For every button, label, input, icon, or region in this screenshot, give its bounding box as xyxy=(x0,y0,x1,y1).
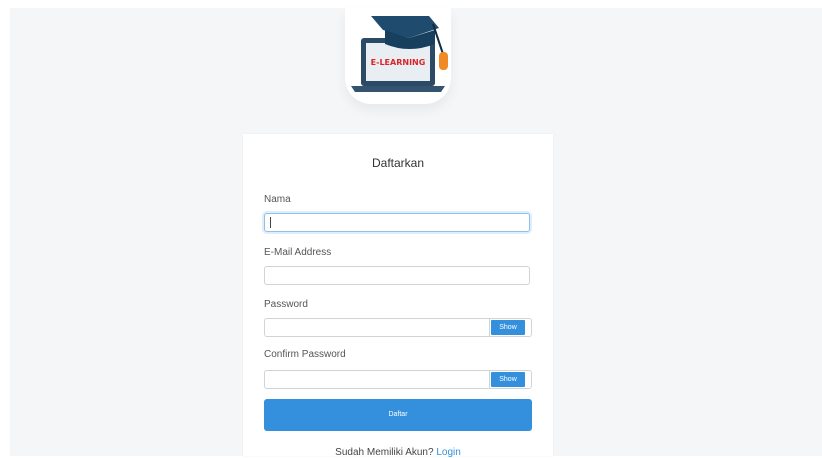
text-caret xyxy=(270,217,271,228)
email-input[interactable] xyxy=(264,266,530,285)
confirm-password-input[interactable] xyxy=(264,370,490,389)
form-title: Daftarkan xyxy=(371,156,425,170)
password-addon: Show xyxy=(489,318,532,337)
email-label: E-Mail Address xyxy=(264,247,332,258)
password-label: Password xyxy=(264,299,308,310)
password-input[interactable] xyxy=(264,318,490,337)
login-prompt-text: Sudah Memiliki Akun? xyxy=(335,447,434,458)
confirm-password-addon: Show xyxy=(489,370,532,389)
e-learning-logo: E-LEARNING xyxy=(345,8,451,104)
confirm-password-group: Show xyxy=(264,370,532,389)
name-label: Nama xyxy=(264,194,291,205)
login-prompt: Sudah Memiliki Akun? Login xyxy=(243,447,553,458)
password-group: Show xyxy=(264,318,532,337)
confirm-password-show-button[interactable]: Show xyxy=(491,372,525,387)
register-card: Daftarkan Nama E-Mail Address Password S… xyxy=(243,134,553,458)
laptop-graduation-cap-icon: E-LEARNING xyxy=(351,16,448,92)
login-link[interactable]: Login xyxy=(436,447,460,458)
password-show-button[interactable]: Show xyxy=(491,320,525,335)
confirm-password-label: Confirm Password xyxy=(264,349,346,360)
register-submit-button[interactable]: Daftar xyxy=(264,399,532,431)
logo-text: E-LEARNING xyxy=(371,58,426,67)
name-input[interactable] xyxy=(264,213,530,232)
